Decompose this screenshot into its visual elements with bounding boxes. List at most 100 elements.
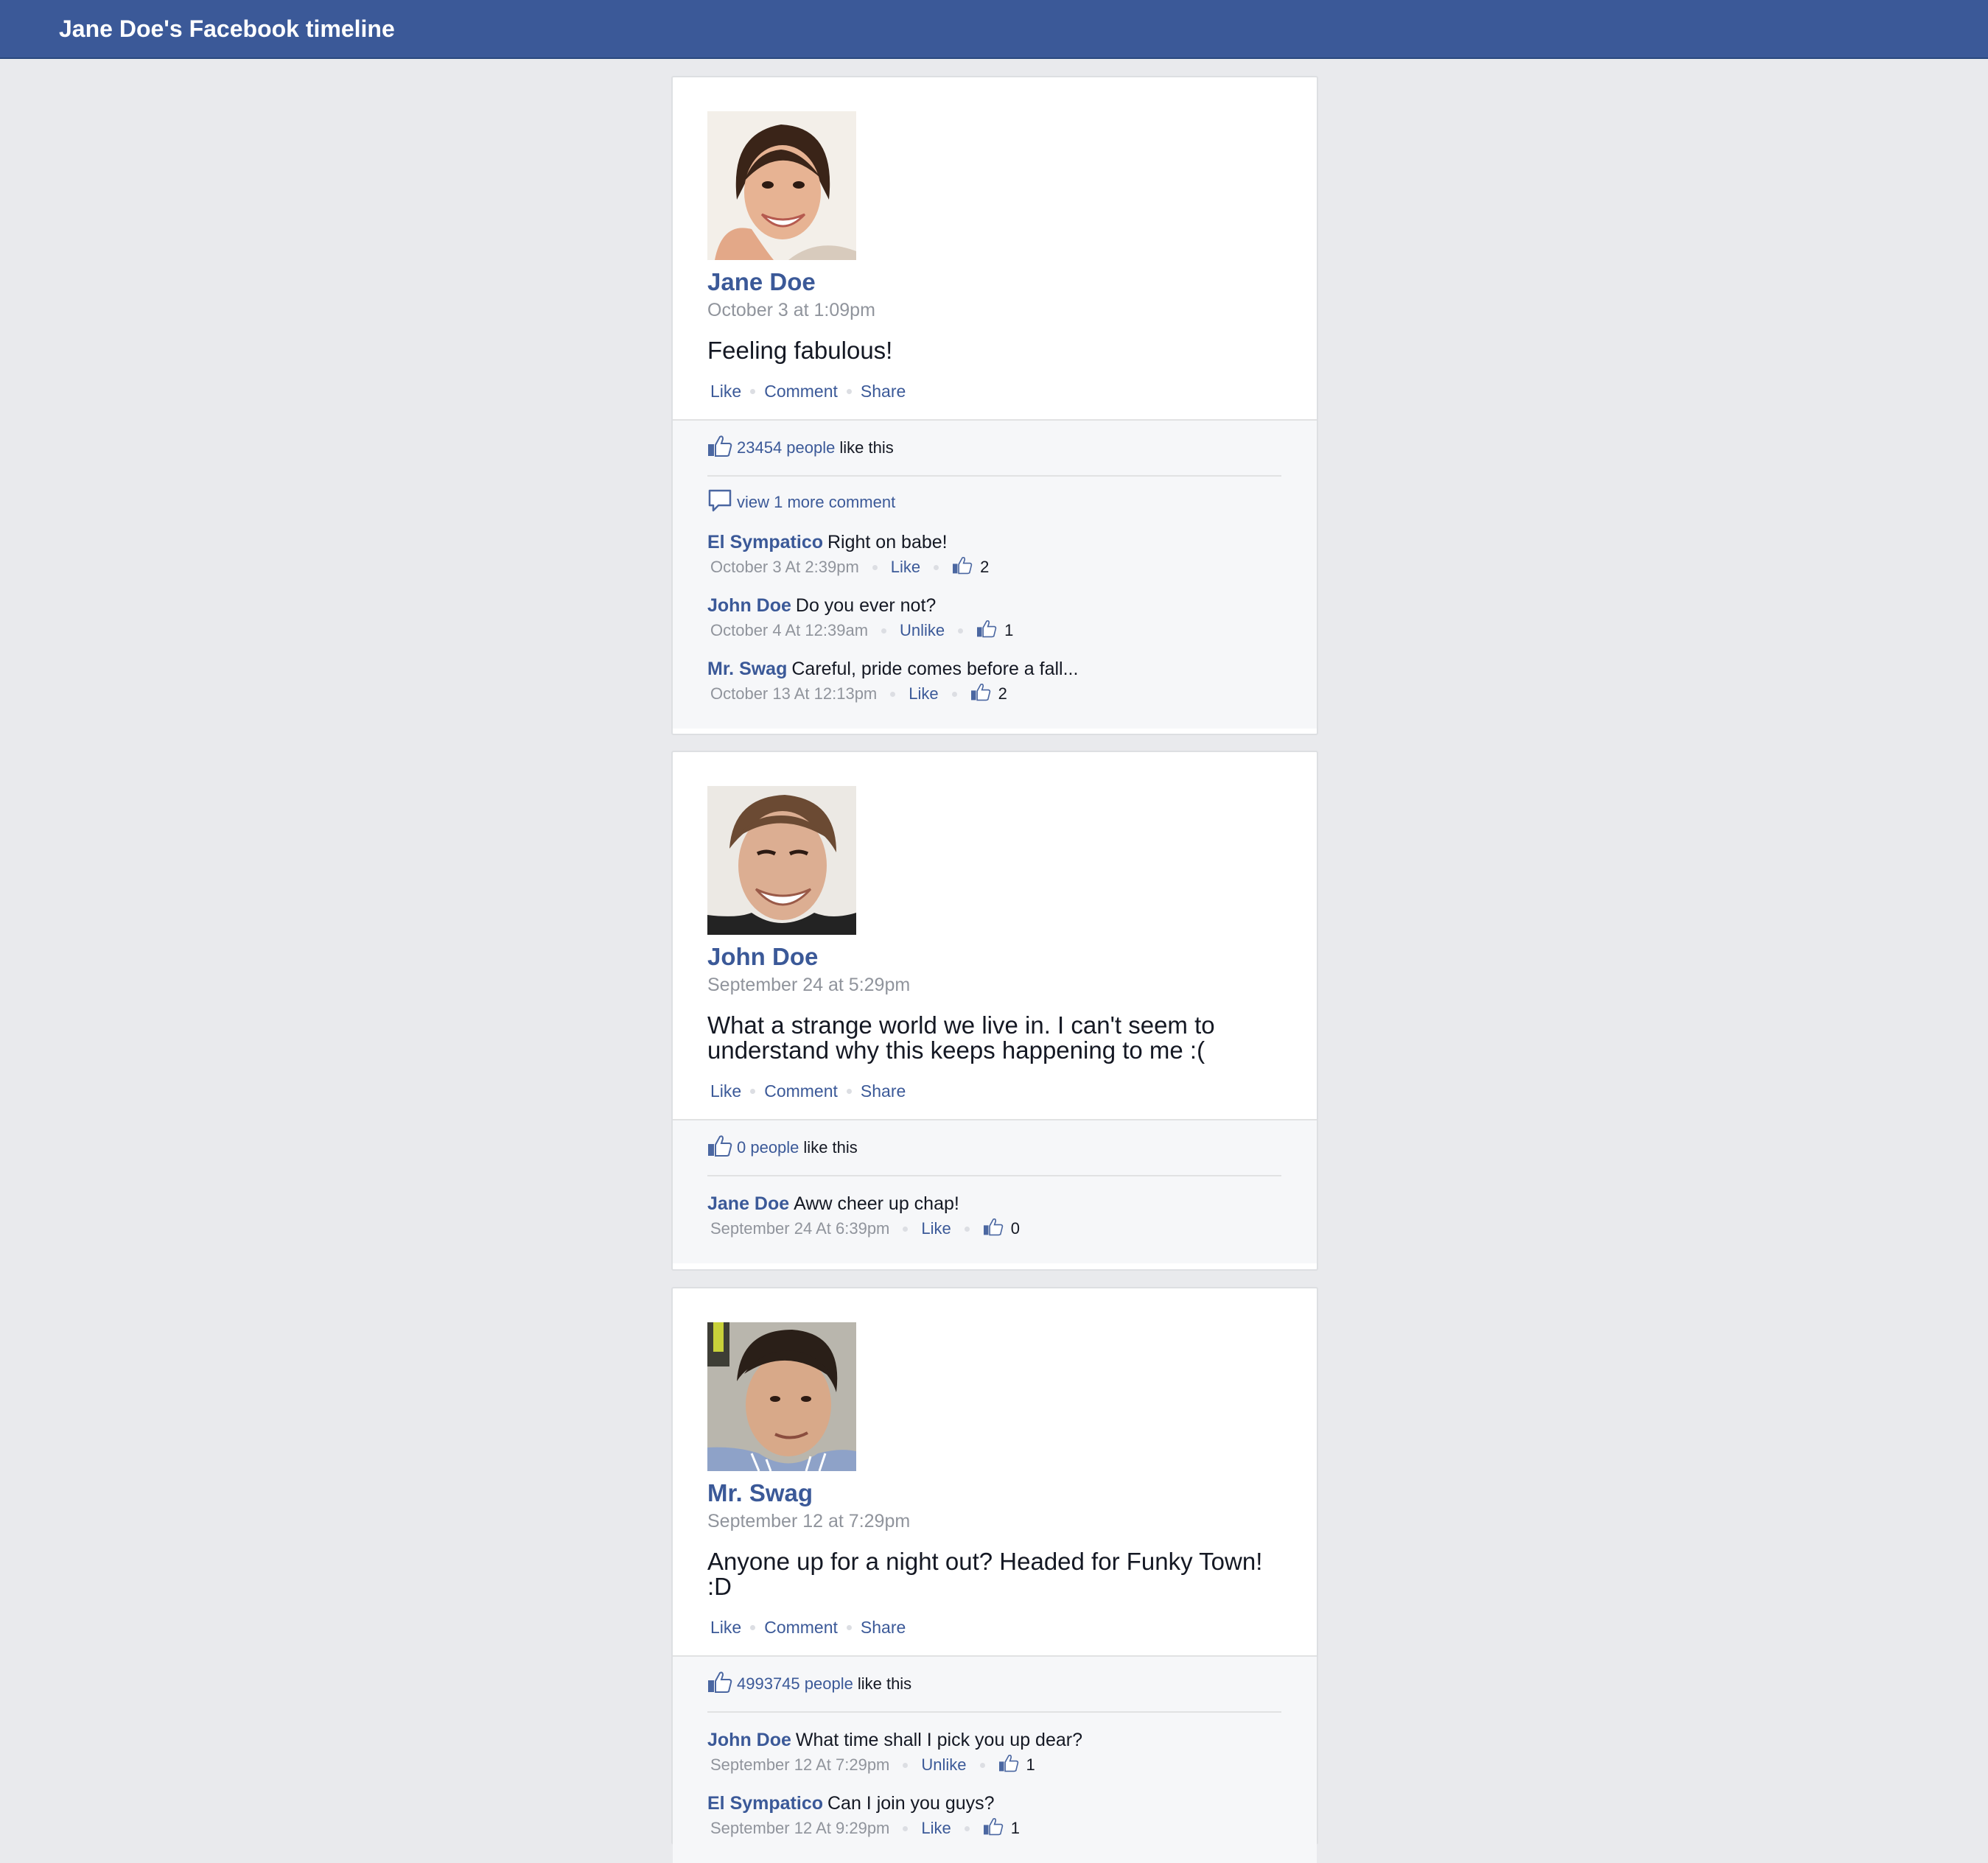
comment: John Doe Do you ever not? October 4 At 12… xyxy=(707,594,1281,642)
comment-like-count[interactable]: 2 xyxy=(998,684,1007,704)
comment-text: Aww cheer up chap! xyxy=(794,1193,959,1214)
post-feedback: 23454 people like this view 1 more comme… xyxy=(673,419,1317,729)
comment-unlike-button[interactable]: Unlike xyxy=(900,621,945,640)
post-message: Feeling fabulous! xyxy=(707,337,893,364)
separator-dot xyxy=(934,564,939,570)
separator-dot xyxy=(846,1088,852,1094)
share-button[interactable]: Share xyxy=(861,1618,906,1638)
likes-count-link[interactable]: 0 people xyxy=(737,1138,799,1157)
separator-dot xyxy=(979,1762,985,1768)
like-button[interactable]: Like xyxy=(710,1618,741,1638)
post-author[interactable]: Mr. Swag xyxy=(707,1478,1281,1508)
comment-like-count[interactable]: 1 xyxy=(1026,1755,1035,1775)
comment-unlike-button[interactable]: Unlike xyxy=(921,1755,966,1775)
thumbs-up-icon xyxy=(970,682,991,706)
comment-like-count[interactable]: 2 xyxy=(980,558,989,577)
separator-dot xyxy=(951,691,957,697)
thumbs-up-icon xyxy=(707,434,732,462)
page-title: Jane Doe's Facebook timeline xyxy=(59,15,395,42)
comment-button[interactable]: Comment xyxy=(764,1081,838,1101)
comment-text: Can I join you guys? xyxy=(827,1793,995,1814)
separator-dot xyxy=(846,388,852,394)
post-feedback: 0 people like this Jane Doe Aww cheer up … xyxy=(673,1119,1317,1263)
post-author[interactable]: John Doe xyxy=(707,942,1281,972)
post-card: Mr. Swag September 12 at 7:29pm Anyone u… xyxy=(671,1287,1318,1863)
comment: Mr. Swag Careful, pride comes before a fa… xyxy=(707,658,1281,705)
avatar[interactable] xyxy=(707,786,856,935)
post-feedback: 4993745 people like this John Doe What ti… xyxy=(673,1655,1317,1863)
separator-dot xyxy=(890,691,896,697)
post-actions: Like Comment Share xyxy=(707,1076,1281,1106)
avatar[interactable] xyxy=(707,111,856,260)
comment-author[interactable]: John Doe xyxy=(707,595,791,616)
comment-like-count[interactable]: 1 xyxy=(1004,621,1013,640)
comment-text: Do you ever not? xyxy=(795,595,937,616)
comment: El Sympatico Can I join you guys? Septemb… xyxy=(707,1792,1281,1839)
comment: Jane Doe Aww cheer up chap! September 24 … xyxy=(707,1193,1281,1240)
post-timestamp[interactable]: October 3 at 1:09pm xyxy=(707,298,1281,322)
likes-count-link[interactable]: 4993745 people xyxy=(737,1674,853,1694)
comment-like-button[interactable]: Like xyxy=(921,1819,951,1838)
comment-author[interactable]: Mr. Swag xyxy=(707,659,787,679)
share-button[interactable]: Share xyxy=(861,1081,906,1101)
separator-dot xyxy=(964,1825,970,1831)
comment-like-button[interactable]: Like xyxy=(921,1219,951,1238)
comment-like-count[interactable]: 1 xyxy=(1011,1819,1020,1838)
separator-dot xyxy=(903,1762,909,1768)
view-more-comments[interactable]: view 1 more comment xyxy=(707,488,1281,516)
view-more-comments-label: view 1 more comment xyxy=(737,493,896,511)
top-bar: Jane Doe's Facebook timeline xyxy=(0,0,1988,59)
likes-suffix: like this xyxy=(839,438,894,457)
comment-author[interactable]: John Doe xyxy=(707,1730,791,1750)
post-actions: Like Comment Share xyxy=(707,1613,1281,1642)
likes-count-link[interactable]: 23454 people xyxy=(737,438,835,457)
thumbs-up-icon xyxy=(998,1753,1019,1777)
post-message: Anyone up for a night out? Headed for Fu… xyxy=(707,1548,1263,1600)
comment-like-button[interactable]: Like xyxy=(891,558,920,577)
thumbs-up-icon xyxy=(983,1817,1004,1840)
separator-dot xyxy=(750,1088,756,1094)
separator-dot xyxy=(881,628,887,634)
comment: El Sympatico Right on babe! October 3 At … xyxy=(707,531,1281,578)
likes-suffix: like this xyxy=(857,1674,912,1693)
comment-time[interactable]: September 12 At 7:29pm xyxy=(710,1755,889,1775)
separator-dot xyxy=(750,388,756,394)
post-author[interactable]: Jane Doe xyxy=(707,267,1281,297)
likes-suffix: like this xyxy=(803,1138,858,1157)
thumbs-up-icon xyxy=(983,1217,1004,1241)
separator-dot xyxy=(846,1624,852,1630)
likes-summary: 23454 people like this xyxy=(707,421,1281,477)
post-card: Jane Doe October 3 at 1:09pm Feeling fab… xyxy=(671,76,1318,735)
separator-dot xyxy=(964,1226,970,1232)
comment-text: What time shall I pick you up dear? xyxy=(795,1730,1082,1750)
comment-text: Right on babe! xyxy=(827,532,948,552)
likes-summary: 4993745 people like this xyxy=(707,1657,1281,1713)
separator-dot xyxy=(903,1226,909,1232)
comment-time[interactable]: October 3 At 2:39pm xyxy=(710,558,859,577)
like-button[interactable]: Like xyxy=(710,1081,741,1101)
like-button[interactable]: Like xyxy=(710,382,741,401)
separator-dot xyxy=(750,1624,756,1630)
comment-time[interactable]: October 13 At 12:13pm xyxy=(710,684,877,704)
separator-dot xyxy=(958,628,964,634)
comment-bubble-icon xyxy=(707,488,732,516)
comment-like-button[interactable]: Like xyxy=(909,684,938,704)
post-actions: Like Comment Share xyxy=(707,376,1281,406)
post-timestamp[interactable]: September 12 at 7:29pm xyxy=(707,1509,1281,1533)
comment-text: Careful, pride comes before a fall... xyxy=(791,659,1079,679)
comment-like-count[interactable]: 0 xyxy=(1011,1219,1020,1238)
comment-time[interactable]: October 4 At 12:39am xyxy=(710,621,868,640)
post-timestamp[interactable]: September 24 at 5:29pm xyxy=(707,973,1281,997)
comment-author[interactable]: Jane Doe xyxy=(707,1193,789,1214)
comment-button[interactable]: Comment xyxy=(764,382,838,401)
comment-button[interactable]: Comment xyxy=(764,1618,838,1638)
avatar[interactable] xyxy=(707,1322,856,1471)
comment-time[interactable]: September 12 At 9:29pm xyxy=(710,1819,889,1838)
post-card: John Doe September 24 at 5:29pm What a s… xyxy=(671,751,1318,1271)
thumbs-up-icon xyxy=(707,1670,732,1698)
likes-summary: 0 people like this xyxy=(707,1120,1281,1176)
share-button[interactable]: Share xyxy=(861,382,906,401)
comment-time[interactable]: September 24 At 6:39pm xyxy=(710,1219,889,1238)
comment-author[interactable]: El Sympatico xyxy=(707,532,823,552)
comment-author[interactable]: El Sympatico xyxy=(707,1793,823,1814)
